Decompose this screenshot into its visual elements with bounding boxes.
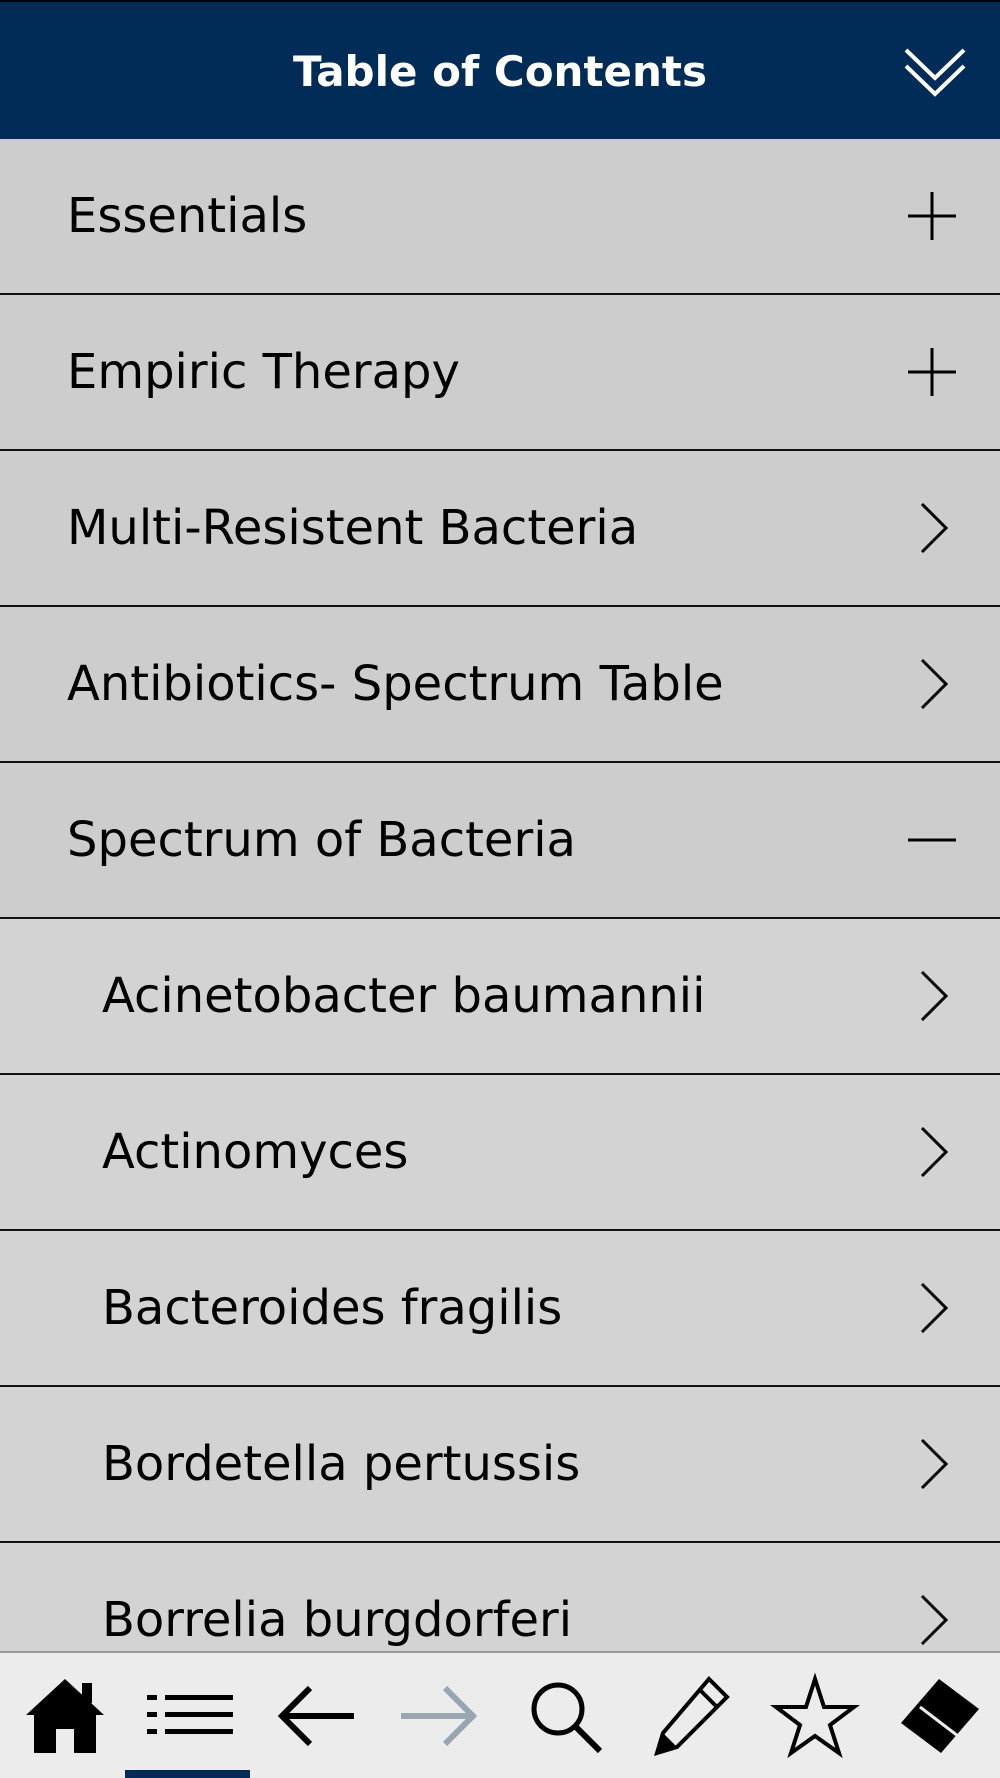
arrow-left-icon[interactable]: [270, 1671, 360, 1761]
toc-item-label: Antibiotics- Spectrum Table: [67, 656, 724, 712]
pencil-icon[interactable]: [645, 1671, 735, 1761]
toc-item-empiric-therapy[interactable]: Empiric Therapy: [0, 295, 1000, 451]
toc-item-bacteroides-fragilis[interactable]: Bacteroides fragilis: [0, 1231, 1000, 1387]
toc-item-label: Spectrum of Bacteria: [67, 812, 576, 868]
toc-item-essentials[interactable]: Essentials: [0, 139, 1000, 295]
toc-item-label: Bacteroides fragilis: [102, 1280, 563, 1336]
chevron-right-icon: [902, 654, 962, 714]
star-icon[interactable]: [770, 1671, 860, 1761]
search-icon[interactable]: [520, 1671, 610, 1761]
toc-item-bordetella-pertussis[interactable]: Bordetella pertussis: [0, 1387, 1000, 1543]
chevron-right-icon: [902, 1590, 962, 1650]
toc-item-label: Borrelia burgdorferi: [102, 1592, 573, 1648]
plus-icon[interactable]: [902, 186, 962, 246]
toc-list: Essentials Empiric Therapy Multi-Resiste…: [0, 139, 1000, 1651]
eraser-icon[interactable]: [895, 1671, 985, 1761]
toc-item-antibiotics-spectrum-table[interactable]: Antibiotics- Spectrum Table: [0, 607, 1000, 763]
page-title: Table of Contents: [292, 47, 707, 96]
toc-item-label: Actinomyces: [102, 1124, 409, 1180]
toc-item-borrelia-burgdorferi[interactable]: Borrelia burgdorferi: [0, 1543, 1000, 1651]
toc-item-multi-resistent-bacteria[interactable]: Multi-Resistent Bacteria: [0, 451, 1000, 607]
toc-item-acinetobacter-baumannii[interactable]: Acinetobacter baumannii: [0, 919, 1000, 1075]
plus-icon[interactable]: [902, 342, 962, 402]
chevron-right-icon: [902, 1278, 962, 1338]
toc-item-spectrum-of-bacteria[interactable]: Spectrum of Bacteria: [0, 763, 1000, 919]
header-bar: Table of Contents: [0, 0, 1000, 139]
chevron-right-icon: [902, 498, 962, 558]
toc-item-label: Essentials: [67, 188, 308, 244]
toc-item-label: Bordetella pertussis: [102, 1436, 581, 1492]
chevron-right-icon: [902, 1434, 962, 1494]
bottom-toolbar: [0, 1651, 1000, 1778]
minus-icon[interactable]: [902, 810, 962, 870]
app-window: Table of Contents Essentials Empiric The…: [0, 0, 1000, 1778]
toc-item-label: Multi-Resistent Bacteria: [67, 500, 639, 556]
toc-item-actinomyces[interactable]: Actinomyces: [0, 1075, 1000, 1231]
toc-item-label: Empiric Therapy: [67, 344, 460, 400]
double-chevron-down-icon[interactable]: [900, 42, 970, 102]
chevron-right-icon: [902, 1122, 962, 1182]
list-icon[interactable]: [145, 1671, 235, 1761]
arrow-right-icon[interactable]: [395, 1671, 485, 1761]
chevron-right-icon: [902, 966, 962, 1026]
home-icon[interactable]: [20, 1671, 110, 1761]
toc-item-label: Acinetobacter baumannii: [102, 968, 706, 1024]
active-tab-indicator: [125, 1770, 250, 1778]
